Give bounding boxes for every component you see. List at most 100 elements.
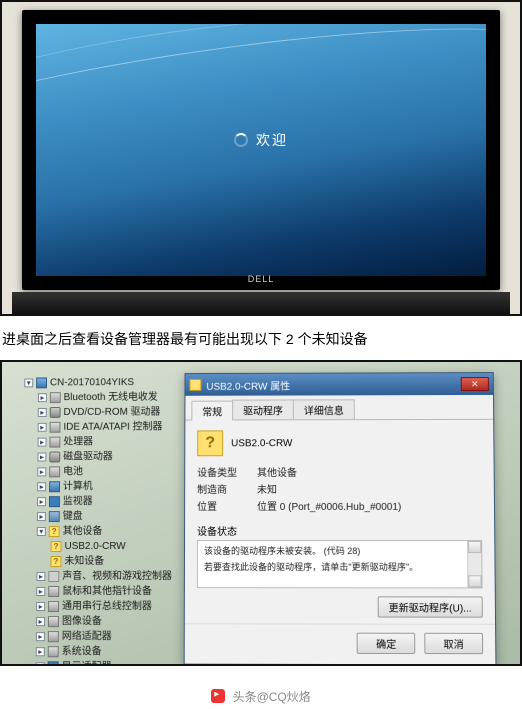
expand-icon[interactable]: ▸ bbox=[36, 662, 45, 664]
expand-icon[interactable]: ▸ bbox=[38, 408, 47, 417]
cpu-icon bbox=[49, 436, 60, 447]
cancel-button[interactable]: 取消 bbox=[424, 632, 483, 653]
unknown-icon bbox=[51, 541, 62, 552]
value-location: 位置 0 (Port_#0006.Hub_#0001) bbox=[257, 497, 482, 512]
mouse-icon bbox=[48, 586, 59, 597]
tree-item-label[interactable]: DVD/CD-ROM 驱动器 bbox=[63, 404, 160, 419]
expand-icon[interactable]: ▸ bbox=[36, 647, 45, 656]
tree-item-label: USB2.0-CRW bbox=[64, 539, 125, 554]
tree-unknown-device[interactable]: USB2.0-CRW bbox=[13, 539, 172, 554]
tab-details[interactable]: 详细信息 bbox=[293, 399, 355, 419]
scrollbar[interactable] bbox=[467, 541, 482, 587]
tree-item-label[interactable]: 磁盘驱动器 bbox=[63, 449, 113, 464]
expand-icon[interactable]: ▸ bbox=[36, 587, 45, 596]
close-button[interactable]: ✕ bbox=[461, 377, 489, 391]
unknown-icon bbox=[50, 556, 61, 567]
tree-root[interactable]: ▾ CN-20170104YIKS bbox=[14, 375, 172, 390]
label-manufacturer: 制造商 bbox=[197, 481, 257, 496]
label-device-status: 设备状态 bbox=[197, 523, 482, 538]
computer-icon bbox=[49, 481, 60, 492]
expand-icon[interactable]: ▸ bbox=[36, 632, 45, 641]
tree-item-label[interactable]: 显示适配器 bbox=[62, 659, 112, 664]
photo-device-manager: ▾ CN-20170104YIKS ▸ Bluetooth 无线电收发 ▸ DVD/… bbox=[0, 360, 522, 666]
tree-item-label[interactable]: IDE ATA/ATAPI 控制器 bbox=[63, 419, 162, 434]
device-tree[interactable]: ▾ CN-20170104YIKS ▸ Bluetooth 无线电收发 ▸ DVD/… bbox=[12, 375, 173, 664]
caption-text: 进桌面之后查看设备管理器最有可能出现以下 2 个未知设备 bbox=[0, 328, 522, 360]
network-icon bbox=[48, 631, 59, 642]
tree-item-label[interactable]: 电池 bbox=[63, 464, 83, 479]
collapse-icon[interactable]: ▾ bbox=[37, 527, 46, 536]
tree-item-label[interactable]: 监视器 bbox=[63, 494, 93, 509]
collapse-icon[interactable]: ▾ bbox=[24, 378, 33, 387]
display-icon bbox=[48, 661, 59, 664]
monitor-icon bbox=[49, 496, 60, 507]
tree-item-label[interactable]: 键盘 bbox=[63, 509, 83, 524]
dialog-title: USB2.0-CRW 属性 bbox=[206, 376, 461, 392]
status-line: 若要查找此设备的驱动程序，请单击"更新驱动程序"。 bbox=[204, 561, 475, 573]
tab-general[interactable]: 常规 bbox=[191, 400, 233, 420]
unknown-icon bbox=[49, 526, 60, 537]
system-icon bbox=[48, 646, 59, 657]
expand-icon[interactable]: ▸ bbox=[36, 602, 45, 611]
device-manager-screenshot: ▾ CN-20170104YIKS ▸ Bluetooth 无线电收发 ▸ DVD/… bbox=[2, 362, 520, 664]
tree-item-label[interactable]: Bluetooth 无线电收发 bbox=[64, 390, 158, 405]
expand-icon[interactable]: ▸ bbox=[36, 572, 45, 581]
dialog-footer: 确定 取消 bbox=[185, 623, 496, 664]
tab-strip: 常规 驱动程序 详细信息 bbox=[185, 395, 493, 421]
update-driver-button[interactable]: 更新驱动程序(U)... bbox=[377, 596, 482, 617]
battery-icon bbox=[49, 466, 60, 477]
tree-unknown-device[interactable]: 未知设备 bbox=[13, 554, 172, 569]
welcome-indicator: 欢迎 bbox=[234, 130, 288, 150]
expand-icon[interactable]: ▸ bbox=[37, 512, 46, 521]
tree-item-label[interactable]: 鼠标和其他指针设备 bbox=[62, 584, 152, 599]
expand-icon[interactable]: ▸ bbox=[37, 497, 46, 506]
expand-icon[interactable]: ▸ bbox=[38, 437, 47, 446]
unknown-icon bbox=[189, 379, 201, 391]
scroll-down-icon[interactable] bbox=[468, 575, 481, 587]
value-manufacturer: 未知 bbox=[257, 480, 482, 495]
welcome-text: 欢迎 bbox=[256, 130, 288, 150]
label-device-type: 设备类型 bbox=[197, 464, 257, 479]
ide-icon bbox=[50, 421, 61, 432]
tree-item-label[interactable]: 系统设备 bbox=[62, 644, 102, 659]
imaging-icon bbox=[48, 616, 59, 627]
article-byline: 头条@CQ炏烙 bbox=[0, 678, 522, 709]
expand-icon[interactable]: ▸ bbox=[38, 422, 47, 431]
device-name: USB2.0-CRW bbox=[231, 437, 292, 448]
tree-item-label[interactable]: 网络适配器 bbox=[62, 629, 112, 644]
dialog-titlebar[interactable]: USB2.0-CRW 属性 ✕ bbox=[185, 373, 493, 396]
tree-item-label[interactable]: 通用串行总线控制器 bbox=[62, 599, 152, 614]
value-device-type: 其他设备 bbox=[257, 463, 482, 478]
dialog-body: USB2.0-CRW 设备类型其他设备 制造商未知 位置位置 0 (Port_#… bbox=[185, 419, 495, 623]
tree-other-devices[interactable]: ▾ 其他设备 bbox=[13, 524, 172, 539]
tree-item-label[interactable]: 计算机 bbox=[63, 479, 93, 494]
tree-root-label: CN-20170104YIKS bbox=[50, 375, 134, 390]
expand-icon[interactable]: ▸ bbox=[37, 452, 46, 461]
expand-icon[interactable]: ▸ bbox=[38, 393, 47, 402]
tree-item-label[interactable]: 处理器 bbox=[63, 434, 93, 449]
laptop-base bbox=[12, 292, 510, 314]
unknown-device-icon bbox=[197, 430, 223, 456]
expand-icon[interactable]: ▸ bbox=[37, 467, 46, 476]
expand-icon[interactable]: ▸ bbox=[36, 617, 45, 626]
status-line: 该设备的驱动程序未被安装。 (代码 28) bbox=[204, 545, 475, 557]
brand-logo: DELL bbox=[248, 274, 275, 284]
ok-button[interactable]: 确定 bbox=[357, 632, 416, 653]
toutiao-icon bbox=[211, 689, 225, 703]
spinner-icon bbox=[234, 133, 248, 147]
byline-text: 头条@CQ炏烙 bbox=[233, 690, 311, 704]
scroll-up-icon[interactable] bbox=[468, 541, 481, 553]
tab-driver[interactable]: 驱动程序 bbox=[232, 399, 294, 419]
keyboard-icon bbox=[49, 511, 60, 522]
photo-laptop-welcome: 欢迎 DELL bbox=[0, 0, 522, 316]
laptop-bezel: 欢迎 DELL bbox=[22, 10, 500, 290]
tree-item-label[interactable]: 图像设备 bbox=[62, 614, 102, 629]
bluetooth-icon bbox=[50, 392, 61, 403]
disk-icon bbox=[49, 451, 60, 462]
laptop-photo: 欢迎 DELL bbox=[2, 2, 520, 314]
tree-item-label: 其他设备 bbox=[63, 524, 103, 539]
expand-icon[interactable]: ▸ bbox=[37, 482, 46, 491]
sound-icon bbox=[48, 571, 59, 582]
tree-item-label[interactable]: 声音、视频和游戏控制器 bbox=[62, 569, 172, 584]
device-status-box: 该设备的驱动程序未被安装。 (代码 28) 若要查找此设备的驱动程序，请单击"更… bbox=[197, 540, 483, 588]
